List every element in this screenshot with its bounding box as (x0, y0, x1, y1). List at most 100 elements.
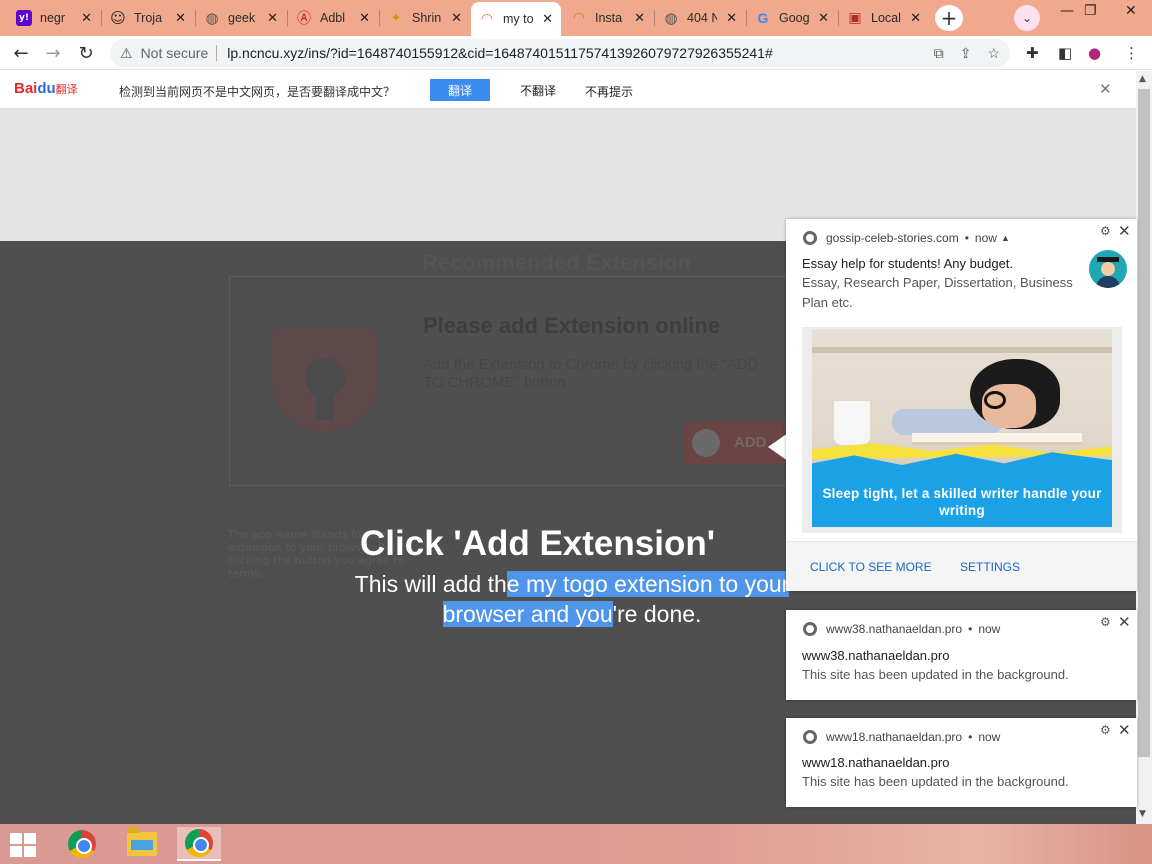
extensions-puzzle-icon[interactable]: ✚ (1026, 44, 1039, 62)
never-prompt-link[interactable]: 不再提示 (585, 83, 633, 100)
tab-label: Adbl (320, 11, 346, 25)
warning-triangle-icon[interactable]: ⚠ (120, 45, 133, 62)
reload-icon: ↻ (78, 42, 94, 64)
close-icon[interactable]: ✕ (1118, 222, 1131, 240)
menu-kebab-icon[interactable]: ⋮ (1124, 44, 1139, 62)
bee-icon: ✦ (390, 10, 402, 26)
close-icon[interactable]: ✕ (726, 11, 737, 26)
tab-2[interactable]: ◍ geek ✕ (196, 4, 286, 32)
forward-button[interactable]: → (42, 42, 64, 64)
tab-7[interactable]: ◍ 404 N ✕ (655, 4, 745, 32)
close-icon[interactable]: ✕ (634, 11, 645, 26)
notification-title: www18.nathanaeldan.pro (802, 755, 950, 770)
minimize-button[interactable]: — (1060, 3, 1074, 19)
notification-body: This site has been updated in the backgr… (802, 774, 1069, 789)
tab-3[interactable]: Ⓐ Adbl ✕ (288, 4, 378, 32)
chrome-icon (803, 231, 817, 245)
notification-source: www38.nathanaeldan.pro (826, 622, 963, 636)
profile-avatar-icon[interactable]: ● (1088, 44, 1101, 62)
rainbow-icon: ◠ (480, 11, 494, 27)
taskbar-file-explorer[interactable] (120, 827, 164, 861)
notification-source: gossip-celeb-stories.com (826, 231, 959, 245)
close-icon[interactable]: ✕ (1118, 721, 1131, 739)
notification-site-update[interactable]: www18.nathanaeldan.pro • now ⚙ ✕ www18.n… (786, 718, 1137, 807)
google-icon: G (757, 10, 769, 26)
taskbar-chrome[interactable] (60, 827, 104, 861)
chrome-icon (803, 730, 817, 744)
smiley-icon: ☺ (110, 9, 126, 27)
taskbar-chrome-profile[interactable] (177, 827, 221, 861)
tab-search-button[interactable]: ⌄ (1014, 5, 1040, 31)
settings-button[interactable]: SETTINGS (960, 560, 1020, 574)
tab-1[interactable]: ☺ Troja ✕ (102, 4, 194, 32)
gear-icon[interactable]: ⚙ (1100, 224, 1111, 238)
notification-ad[interactable]: gossip-celeb-stories.com • now ▲ ⚙ ✕ Ess… (786, 219, 1137, 591)
baidu-translate-bar: Baidu翻译 检测到当前网页不是中文网页，是否要翻译成中文？ 翻译 不翻译 不… (0, 71, 1136, 109)
security-label[interactable]: Not secure (141, 45, 209, 61)
close-icon[interactable]: ✕ (267, 11, 278, 26)
close-window-button[interactable]: ✕ (1125, 3, 1137, 19)
vertical-scrollbar[interactable]: ▲ ▼ (1136, 71, 1152, 824)
scroll-down-icon[interactable]: ▼ (1139, 809, 1146, 819)
side-panel-icon[interactable]: ◧ (1058, 44, 1072, 62)
ghost-heading: Please add Extension online (423, 313, 721, 338)
chevron-up-icon[interactable]: ▲ (1001, 233, 1010, 243)
close-icon[interactable]: ✕ (542, 12, 553, 27)
share-icon[interactable]: ⇪ (960, 45, 972, 62)
click-to-see-more-button[interactable]: CLICK TO SEE MORE (810, 560, 932, 574)
plus-icon: + (940, 6, 958, 30)
tab-label: my to (503, 12, 533, 26)
gear-icon[interactable]: ⚙ (1100, 723, 1111, 737)
scrollbar-thumb[interactable] (1138, 89, 1150, 757)
close-icon[interactable]: ✕ (910, 11, 921, 26)
yahoo-icon: y! (16, 10, 32, 26)
close-icon[interactable]: ✕ (1118, 613, 1131, 631)
chrome-icon (803, 622, 817, 636)
windows-start-icon[interactable] (10, 833, 38, 857)
translate-icon[interactable]: ⧉ (934, 45, 944, 62)
new-tab-button[interactable]: + (935, 5, 963, 31)
notification-body: Essay, Research Paper, Dissertation, Bus… (802, 275, 1073, 310)
tab-label: Local (871, 11, 901, 25)
notification-image[interactable]: Sleep tight, let a skilled writer handle… (802, 327, 1122, 533)
tab-label: negr (40, 11, 66, 25)
close-icon[interactable]: ✕ (1099, 80, 1112, 98)
close-icon[interactable]: ✕ (359, 11, 370, 26)
folder-icon (127, 827, 157, 856)
tab-0[interactable]: y! negr ✕ (8, 4, 100, 32)
image-caption: Sleep tight, let a skilled writer handle… (822, 486, 1102, 518)
notification-site-update[interactable]: www38.nathanaeldan.pro • now ⚙ ✕ www38.n… (786, 610, 1137, 700)
ghost-page-title: Recommended Extension (422, 250, 691, 275)
globe-icon: ◍ (205, 9, 219, 27)
tab-4[interactable]: ✦ Shrin ✕ (380, 4, 470, 32)
close-icon[interactable]: ✕ (175, 11, 186, 26)
tab-strip: y! negr ✕ ☺ Troja ✕ ◍ geek ✕ Ⓐ Adbl ✕ ✦ … (0, 0, 1152, 36)
close-icon[interactable]: ✕ (451, 11, 462, 26)
url-text[interactable]: lp.ncncu.xyz/ins/?id=1648740155912&cid=1… (227, 45, 772, 61)
reload-button[interactable]: ↻ (75, 42, 97, 64)
tab-label: Insta (595, 11, 623, 25)
back-button[interactable]: ← (10, 42, 32, 64)
tab-5-active[interactable]: ◠ my to ✕ (471, 2, 561, 36)
tab-label: Shrin (412, 11, 442, 25)
notification-time: now (974, 231, 997, 245)
notification-time: now (978, 622, 1001, 636)
close-icon[interactable]: ✕ (81, 11, 92, 26)
close-icon[interactable]: ✕ (818, 11, 829, 26)
address-bar[interactable]: ⚠ Not secure lp.ncncu.xyz/ins/?id=164874… (110, 39, 1010, 67)
no-translate-button[interactable]: 不翻译 (502, 79, 574, 101)
gear-icon[interactable]: ⚙ (1100, 615, 1111, 629)
restore-button[interactable]: ❐ (1084, 3, 1097, 19)
scroll-up-icon[interactable]: ▲ (1139, 74, 1146, 84)
star-icon[interactable]: ☆ (987, 45, 1000, 62)
tab-8[interactable]: G Goog ✕ (747, 4, 837, 32)
ghost-subtext: Add the Extension to Chrome by clicking … (423, 356, 759, 391)
browser-toolbar: ← → ↻ ⚠ Not secure lp.ncncu.xyz/ins/?id=… (0, 36, 1152, 70)
tab-6[interactable]: ◠ Insta ✕ (563, 4, 653, 32)
tab-9[interactable]: ▣ Local ✕ (839, 4, 929, 32)
notification-time: now (978, 730, 1001, 744)
arrow-left-icon: ← (13, 42, 29, 64)
anarchy-icon: Ⓐ (297, 11, 311, 27)
notification-title: Essay help for students! Any budget. (802, 256, 1014, 271)
translate-button[interactable]: 翻译 (430, 79, 490, 101)
